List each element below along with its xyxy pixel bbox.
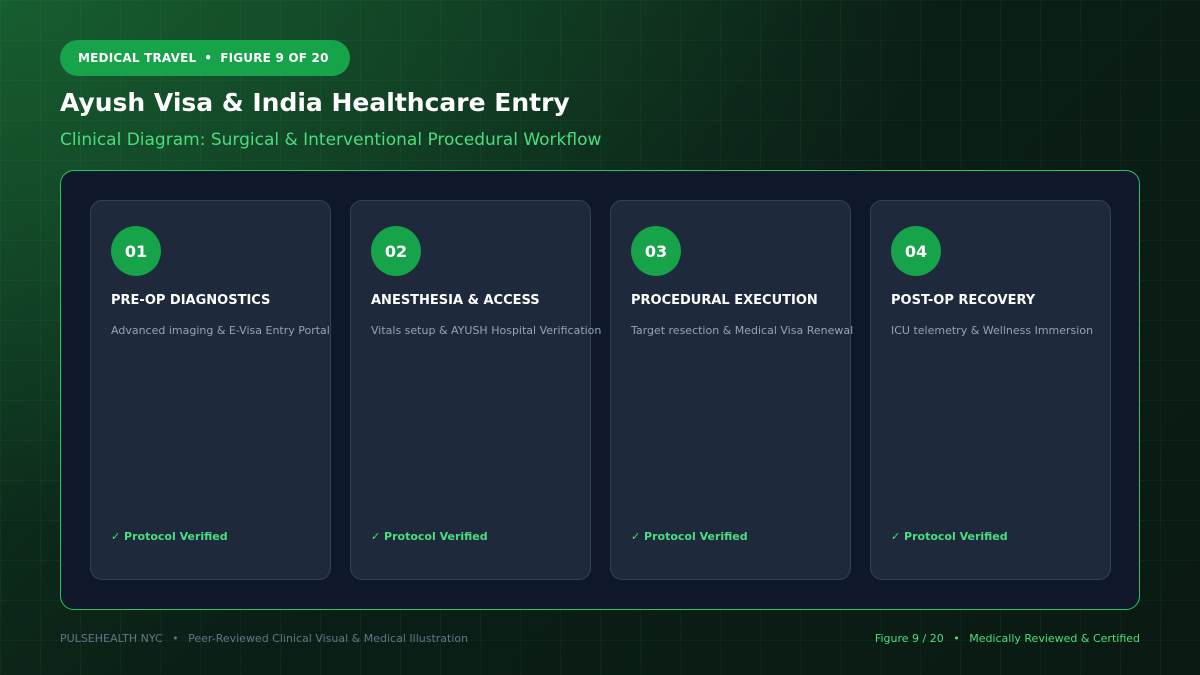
category-label: MEDICAL TRAVEL <box>78 51 197 65</box>
step-card-1: 01 PRE-OP DIAGNOSTICS Advanced imaging &… <box>90 200 331 580</box>
page-subtitle: Clinical Diagram: Surgical & Interventio… <box>60 130 602 150</box>
page-title: Ayush Visa & India Healthcare Entry <box>60 88 570 117</box>
category-pill: MEDICAL TRAVEL • FIGURE 9 OF 20 <box>60 40 350 76</box>
separator-dot: • <box>204 51 213 65</box>
footer-tagline: Peer-Reviewed Clinical Visual & Medical … <box>188 632 469 645</box>
figure-tag: FIGURE 9 OF 20 <box>220 51 329 65</box>
step-title: PROCEDURAL EXECUTION <box>631 293 818 308</box>
step-number-badge: 04 <box>891 226 941 276</box>
step-status: ✓ Protocol Verified <box>891 530 1008 543</box>
step-title: ANESTHESIA & ACCESS <box>371 293 540 308</box>
step-status: ✓ Protocol Verified <box>111 530 228 543</box>
step-description: Vitals setup & AYUSH Hospital Verificati… <box>371 324 602 337</box>
step-description: Advanced imaging & E-Visa Entry Portal <box>111 324 330 337</box>
step-card-2: 02 ANESTHESIA & ACCESS Vitals setup & AY… <box>350 200 601 580</box>
step-number-badge: 03 <box>631 226 681 276</box>
step-number-badge: 02 <box>371 226 421 276</box>
footer-right: Figure 9 / 20 • Medically Reviewed & Cer… <box>875 632 1140 645</box>
step-status: ✓ Protocol Verified <box>631 530 748 543</box>
step-status: ✓ Protocol Verified <box>371 530 488 543</box>
step-description: Target resection & Medical Visa Renewal <box>631 324 854 337</box>
step-title: PRE-OP DIAGNOSTICS <box>111 293 271 308</box>
step-description: ICU telemetry & Wellness Immersion <box>891 324 1094 337</box>
footer-figure: Figure 9 / 20 <box>874 632 944 645</box>
step-number-badge: 01 <box>111 226 161 276</box>
step-card-4: 04 POST-OP RECOVERY ICU telemetry & Well… <box>870 200 1111 580</box>
step-card-3: 03 PROCEDURAL EXECUTION Target resection… <box>610 200 853 580</box>
separator-dot: • <box>172 632 179 645</box>
footer-brand: PULSEHEALTH NYC <box>60 632 163 645</box>
footer-left: PULSEHEALTH NYC • Peer-Reviewed Clinical… <box>60 632 468 645</box>
step-title: POST-OP RECOVERY <box>891 293 1036 308</box>
workflow-panel: 01 PRE-OP DIAGNOSTICS Advanced imaging &… <box>60 170 1140 610</box>
separator-dot: • <box>953 632 960 645</box>
footer-certification: Medically Reviewed & Certified <box>969 632 1140 645</box>
